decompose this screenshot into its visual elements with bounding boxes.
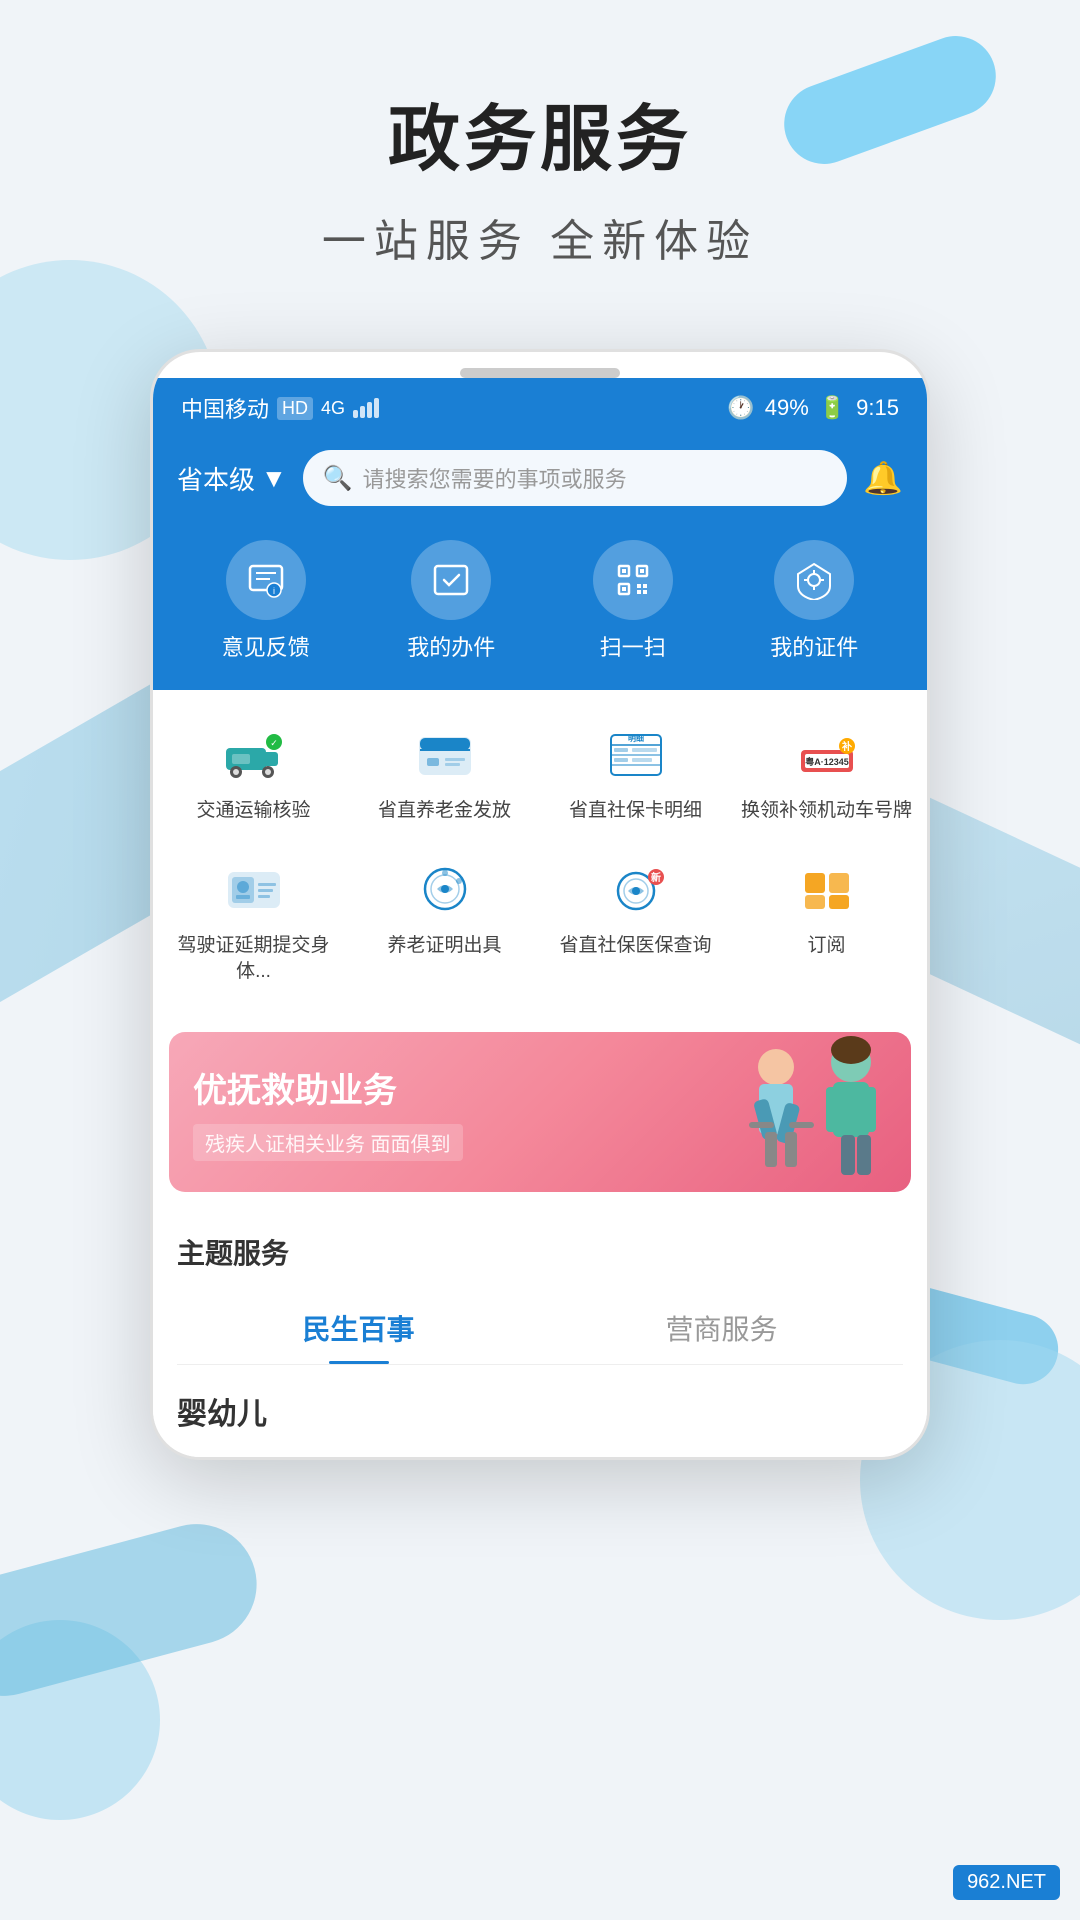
tab-civil[interactable]: 民生百事 (177, 1292, 540, 1364)
banner-subtitle: 残疾人证相关业务 面面俱到 (193, 1124, 463, 1161)
service-driver[interactable]: 驾驶证延期提交身体... (163, 845, 344, 996)
scan-icon (593, 540, 673, 620)
pension-cert-icon (410, 855, 480, 925)
signal-bar-2 (360, 406, 365, 418)
search-placeholder: 请搜索您需要的事项或服务 (363, 462, 828, 494)
traffic-label: 交通运输核验 (196, 798, 310, 825)
theme-section: 主题服务 民生百事 营商服务 (153, 1208, 927, 1365)
status-left: 中国移动 HD 4G (181, 392, 379, 424)
search-bar[interactable]: 🔍 请搜索您需要的事项或服务 (303, 450, 847, 506)
pension-pay-label: 省直养老金发放 (378, 798, 511, 825)
location-label: 省本级 (177, 460, 255, 497)
mywork-icon (411, 540, 491, 620)
battery-label: 49% (765, 395, 809, 421)
time-label: 9:15 (856, 395, 899, 421)
subscribe-icon (792, 855, 862, 925)
traffic-icon: ✓ (219, 720, 289, 790)
signal-bar-1 (353, 410, 358, 418)
feedback-icon: i (226, 540, 306, 620)
location-selector[interactable]: 省本级 ▼ (177, 460, 287, 497)
app-header: 省本级 ▼ 🔍 请搜索您需要的事项或服务 🔔 (153, 434, 927, 530)
quick-action-feedback[interactable]: i 意见反馈 (222, 540, 310, 662)
service-subscribe[interactable]: 订阅 (736, 845, 917, 996)
promo-banner[interactable]: 优抚救助业务 残疾人证相关业务 面面俱到 (169, 1032, 911, 1192)
medical-icon: 新 (601, 855, 671, 925)
service-medical[interactable]: 新 省直社保医保查询 (545, 845, 726, 996)
signal-bar-4 (374, 398, 379, 418)
theme-section-title: 主题服务 (177, 1232, 903, 1272)
mycert-icon (774, 540, 854, 620)
mywork-label: 我的办件 (407, 630, 495, 662)
tab-business[interactable]: 营商服务 (540, 1292, 903, 1364)
signal-bar-3 (367, 402, 372, 418)
service-plate[interactable]: 粤A·12345 补 换领补领机动车号牌 (736, 710, 917, 835)
banner-illustration (711, 1032, 911, 1192)
quick-action-mywork[interactable]: 我的办件 (407, 540, 495, 662)
phone-mockup: 中国移动 HD 4G 🕐 49% 🔋 9:15 省本级 ▼ 🔍 请搜索您需要的事… (150, 349, 930, 1460)
search-icon: 🔍 (323, 464, 353, 493)
svg-text:i: i (273, 586, 275, 596)
status-bar: 中国移动 HD 4G 🕐 49% 🔋 9:15 (153, 378, 927, 434)
service-social-detail[interactable]: 明细 省直社保卡明细 (545, 710, 726, 835)
sub-category-title: 婴幼儿 (177, 1389, 903, 1433)
svg-text:新: 新 (651, 871, 661, 884)
battery-icon: 🔋 (819, 395, 846, 421)
svg-text:✓: ✓ (270, 738, 278, 748)
scan-label: 扫一扫 (600, 630, 666, 662)
pension-cert-label: 养老证明出具 (387, 933, 501, 960)
clock-icon: 🕐 (727, 395, 754, 421)
svg-text:补: 补 (841, 740, 852, 753)
status-right: 🕐 49% 🔋 9:15 (727, 395, 899, 421)
network-type: 4G (321, 398, 345, 419)
social-detail-label: 省直社保卡明细 (569, 798, 702, 825)
driver-label: 驾驶证延期提交身体... (167, 933, 340, 986)
app-title: 政务服务 (40, 80, 1040, 185)
pension-pay-icon (410, 720, 480, 790)
carrier-label: 中国移动 (181, 392, 269, 424)
service-grid: ✓ 交通运输核验 省直养老金发放 (153, 690, 927, 1016)
phone-notch (460, 368, 620, 378)
notification-bell-icon[interactable]: 🔔 (863, 459, 903, 497)
quick-action-mycert[interactable]: 我的证件 (770, 540, 858, 662)
sub-category-section: 婴幼儿 (153, 1365, 927, 1457)
plate-label: 换领补领机动车号牌 (741, 798, 912, 825)
theme-tabs: 民生百事 营商服务 (177, 1292, 903, 1365)
quick-action-scan[interactable]: 扫一扫 (593, 540, 673, 662)
network-label: HD (277, 397, 313, 420)
feedback-label: 意见反馈 (222, 630, 310, 662)
social-detail-icon: 明细 (601, 720, 671, 790)
app-subtitle: 一站服务 全新体验 (40, 205, 1040, 269)
svg-text:粤A·12345: 粤A·12345 (805, 756, 849, 767)
signal-indicator (353, 398, 379, 418)
watermark: 962.NET (953, 1865, 1060, 1900)
svg-text:明细: 明细 (628, 733, 644, 743)
driver-icon (219, 855, 289, 925)
medical-label: 省直社保医保查询 (559, 933, 711, 960)
plate-icon: 粤A·12345 补 (792, 720, 862, 790)
subscribe-label: 订阅 (807, 933, 845, 960)
service-pension-pay[interactable]: 省直养老金发放 (354, 710, 535, 835)
dropdown-arrow-icon: ▼ (261, 463, 287, 494)
service-traffic[interactable]: ✓ 交通运输核验 (163, 710, 344, 835)
service-pension-cert[interactable]: 养老证明出具 (354, 845, 535, 996)
hero-section: 政务服务 一站服务 全新体验 (0, 0, 1080, 309)
quick-actions-bar: i 意见反馈 我的办件 (153, 530, 927, 690)
mycert-label: 我的证件 (770, 630, 858, 662)
